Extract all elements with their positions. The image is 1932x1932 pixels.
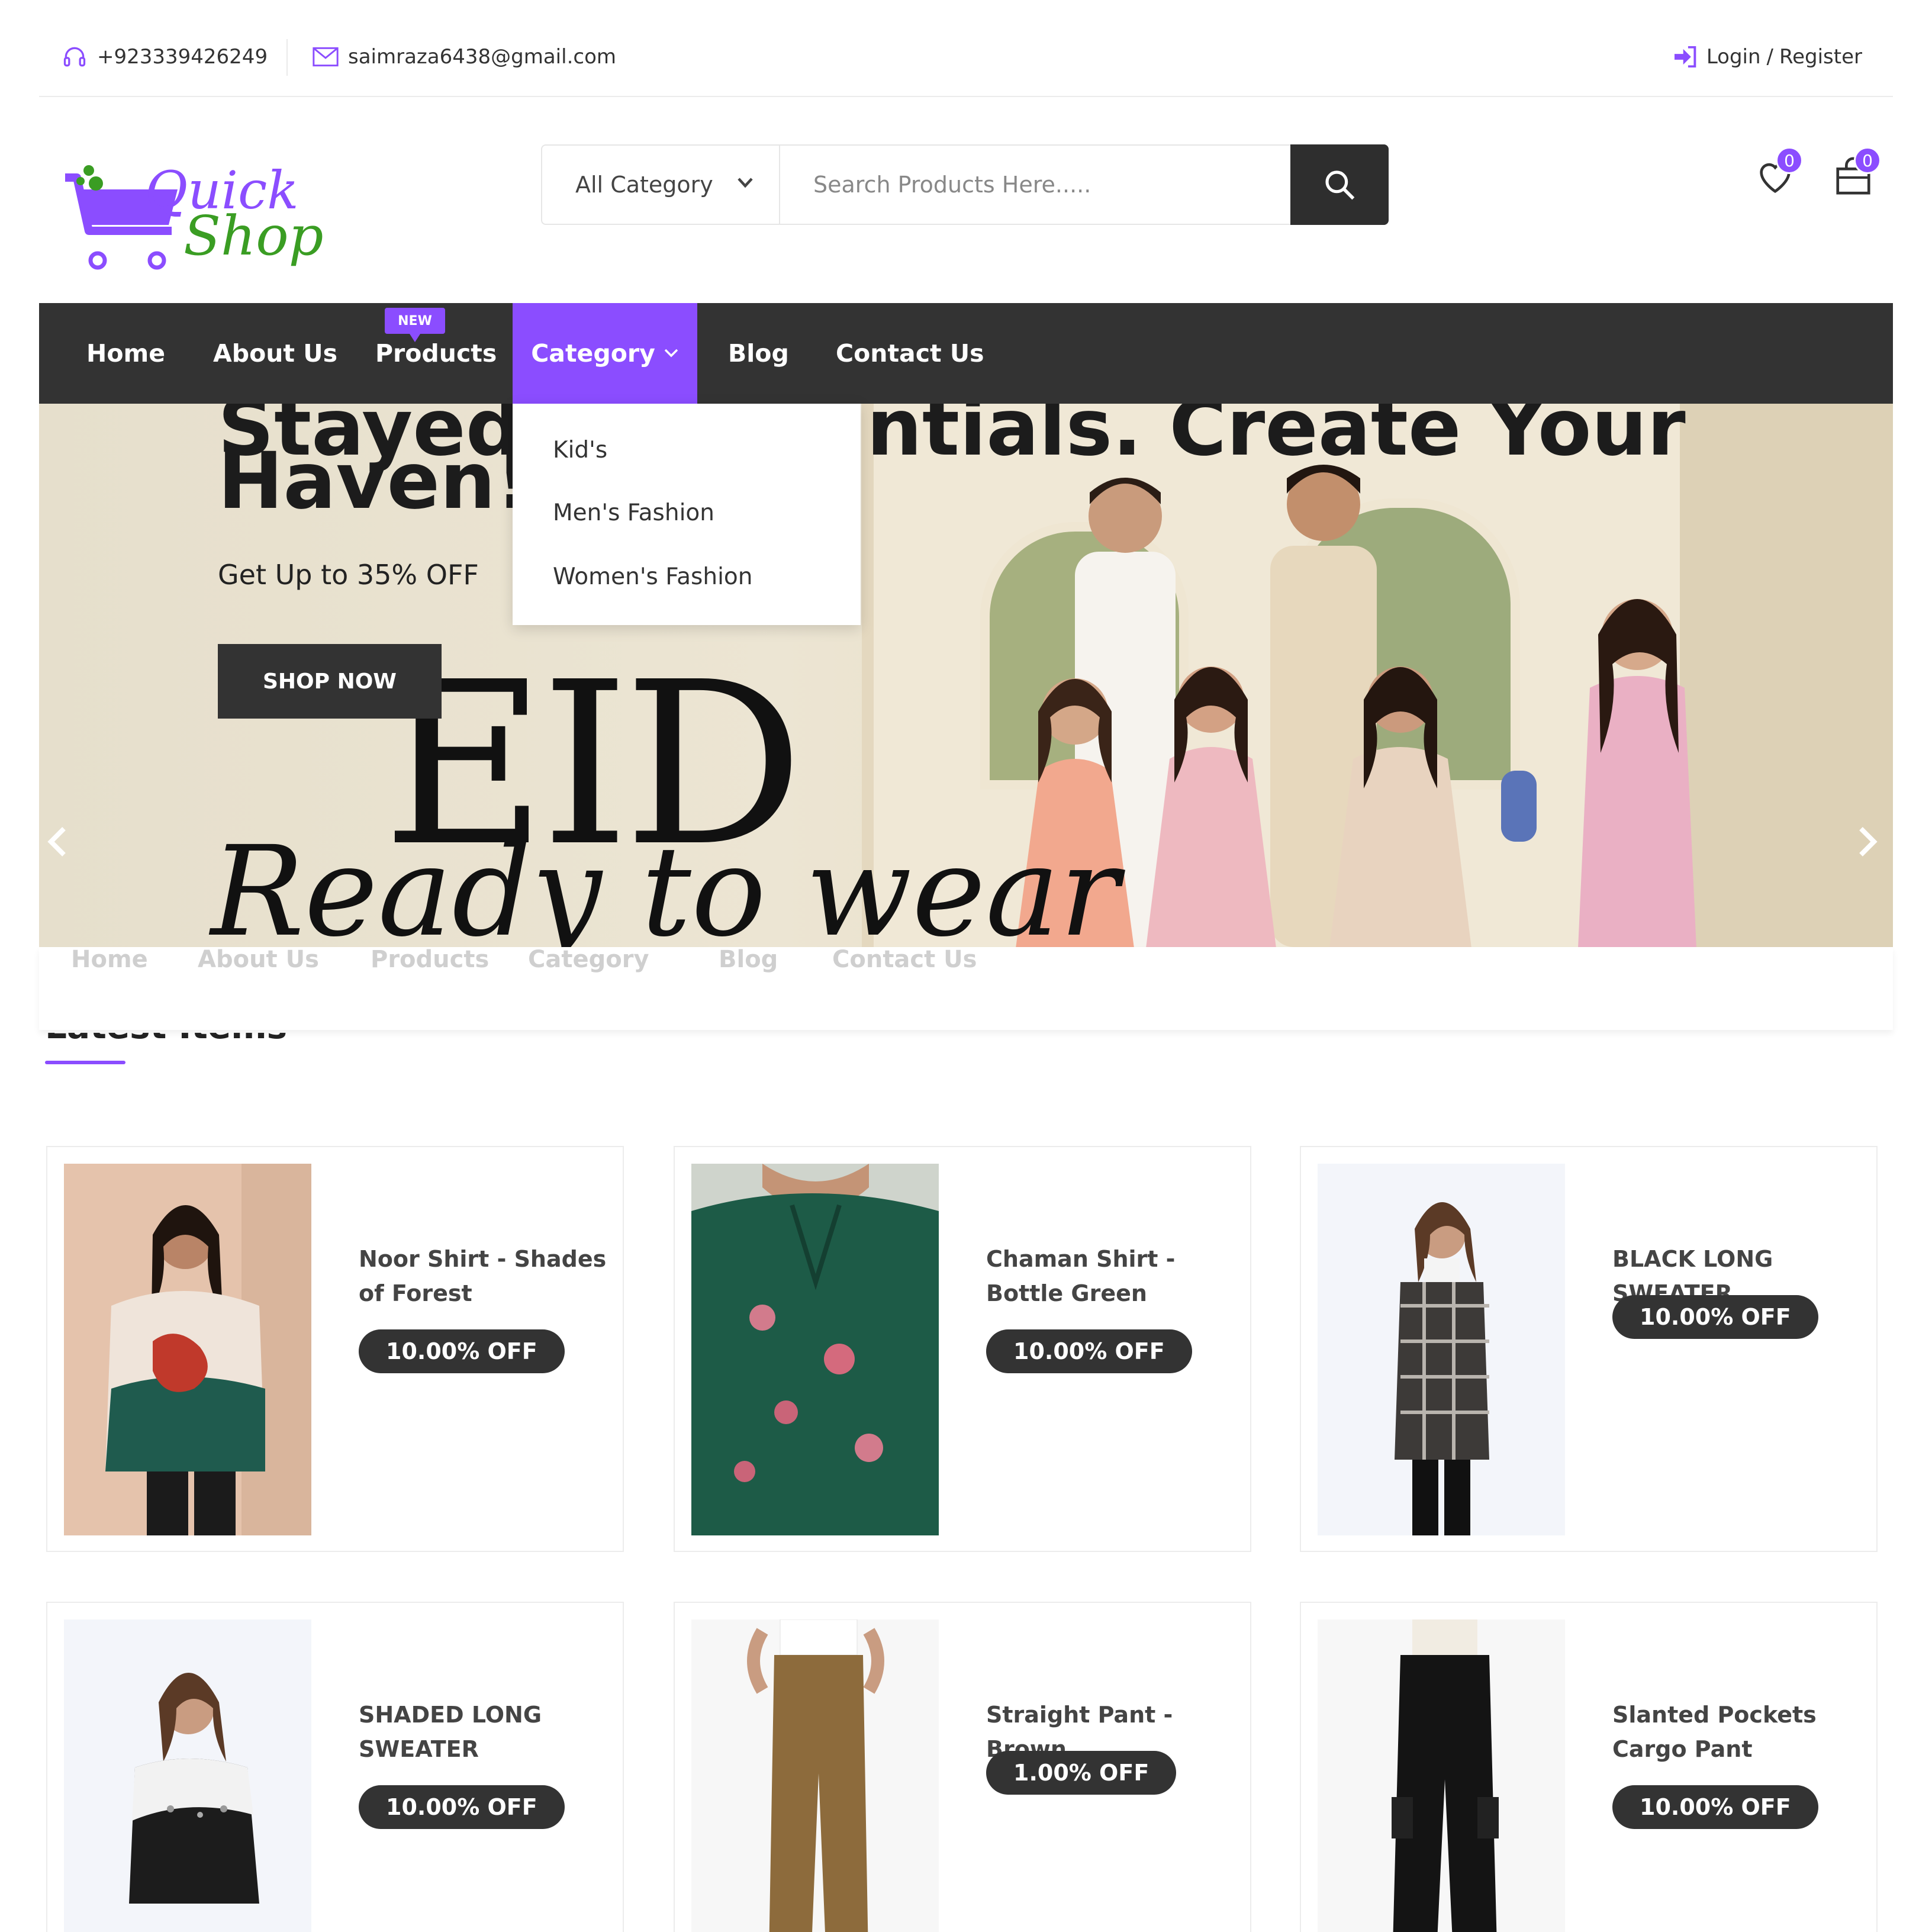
nav-item-about[interactable]: About Us bbox=[213, 303, 337, 404]
hero-subtitle: Get Up to 35% OFF bbox=[218, 559, 479, 591]
nav-item-blog[interactable]: Blog bbox=[728, 303, 789, 404]
ghost-nav-about: About Us bbox=[198, 947, 319, 973]
hero-title-top-right: ntials. Create Your bbox=[867, 404, 1686, 474]
headset-icon bbox=[63, 47, 86, 67]
nav-item-category[interactable]: Category bbox=[513, 303, 697, 404]
login-register[interactable]: Login / Register bbox=[1673, 43, 1862, 71]
product-name[interactable]: Chaman Shirt - Bottle Green bbox=[986, 1242, 1241, 1310]
discount-badge: 10.00% OFF bbox=[1612, 1295, 1818, 1339]
discount-badge: 1.00% OFF bbox=[986, 1751, 1177, 1795]
nav-item-category-label: Category bbox=[531, 339, 655, 368]
carousel-prev-icon[interactable] bbox=[45, 825, 69, 858]
hero-banner: Stayed ntials. Create Your Haven! Get Up… bbox=[39, 404, 1893, 947]
chevron-down-icon bbox=[738, 178, 753, 188]
product-search: All Category bbox=[541, 144, 1389, 225]
product-card[interactable]: BLACK LONG SWEATER 10.00% OFF bbox=[1300, 1146, 1878, 1552]
search-button[interactable] bbox=[1290, 144, 1389, 225]
product-name[interactable]: Noor Shirt - Shades of Forest bbox=[359, 1242, 613, 1310]
logo-word-shop: Shop bbox=[183, 204, 324, 268]
sign-in-icon bbox=[1674, 46, 1696, 67]
search-input[interactable] bbox=[781, 146, 1292, 224]
product-image[interactable] bbox=[1318, 1619, 1565, 1932]
cart-button[interactable]: 0 bbox=[1833, 147, 1881, 197]
product-card[interactable]: SHADED LONG SWEATER 10.00% OFF bbox=[46, 1602, 624, 1932]
new-badge: NEW bbox=[385, 308, 445, 342]
wishlist-count-badge: 0 bbox=[1776, 147, 1803, 174]
top-bar: +923339426249 saimraza6438@gmail.com Log… bbox=[39, 0, 1893, 97]
cart-count-badge: 0 bbox=[1854, 147, 1881, 174]
nav-item-home[interactable]: Home bbox=[86, 303, 165, 404]
ghost-nav-products: Products bbox=[371, 947, 490, 973]
hero-title: Haven! bbox=[218, 436, 532, 527]
section-title-underline bbox=[45, 1061, 125, 1064]
discount-badge: 10.00% OFF bbox=[1612, 1785, 1818, 1829]
login-separator: / bbox=[1766, 45, 1774, 69]
wishlist-button[interactable]: 0 bbox=[1754, 147, 1803, 197]
register-link[interactable]: Register bbox=[1779, 45, 1862, 69]
sticky-nav-ghost: Home About Us Products Category Blog Con… bbox=[39, 947, 1893, 1030]
ghost-nav-home: Home bbox=[71, 947, 148, 973]
discount-badge: 10.00% OFF bbox=[986, 1329, 1192, 1373]
product-image[interactable] bbox=[64, 1164, 311, 1535]
hero-script-text: Ready to wear bbox=[211, 819, 1119, 948]
login-link[interactable]: Login bbox=[1706, 45, 1761, 69]
product-card[interactable]: Noor Shirt - Shades of Forest 10.00% OFF bbox=[46, 1146, 624, 1552]
dropdown-item-kids[interactable]: Kid's bbox=[553, 437, 607, 463]
email-contact[interactable]: saimraza6438@gmail.com bbox=[313, 43, 616, 71]
ghost-nav-blog: Blog bbox=[719, 947, 778, 973]
product-card[interactable]: Straight Pant - Brown 1.00% OFF bbox=[674, 1602, 1251, 1932]
quickshop-logo[interactable]: Quick Shop bbox=[59, 154, 331, 272]
dropdown-item-mens-fashion[interactable]: Men's Fashion bbox=[553, 500, 714, 526]
discount-badge: 10.00% OFF bbox=[359, 1785, 565, 1829]
search-icon bbox=[1325, 170, 1355, 200]
nav-item-contact[interactable]: Contact Us bbox=[836, 303, 984, 404]
category-select-value: All Category bbox=[575, 172, 713, 198]
email-address: saimraza6438@gmail.com bbox=[348, 45, 616, 69]
discount-badge: 10.00% OFF bbox=[359, 1329, 565, 1373]
dropdown-item-womens-fashion[interactable]: Women's Fashion bbox=[553, 564, 752, 590]
product-image[interactable] bbox=[691, 1619, 939, 1932]
envelope-icon bbox=[313, 47, 339, 67]
chevron-down-icon bbox=[664, 349, 678, 358]
product-image[interactable] bbox=[691, 1164, 939, 1535]
category-select[interactable]: All Category bbox=[542, 146, 780, 224]
product-image[interactable] bbox=[64, 1619, 311, 1932]
main-nav: Home About Us Products Category Blog Con… bbox=[39, 303, 1893, 404]
product-name[interactable]: SHADED LONG SWEATER bbox=[359, 1698, 613, 1766]
ghost-nav-category: Category bbox=[528, 947, 649, 973]
category-dropdown: Kid's Men's Fashion Women's Fashion bbox=[513, 404, 861, 625]
product-image[interactable] bbox=[1318, 1164, 1565, 1535]
phone-contact[interactable]: +923339426249 bbox=[62, 43, 268, 71]
product-card[interactable]: Slanted Pockets Cargo Pant 10.00% OFF bbox=[1300, 1602, 1878, 1932]
carousel-next-icon[interactable] bbox=[1856, 825, 1880, 858]
product-name[interactable]: Slanted Pockets Cargo Pant bbox=[1612, 1698, 1867, 1766]
product-card[interactable]: Chaman Shirt - Bottle Green 10.00% OFF bbox=[674, 1146, 1251, 1552]
ghost-nav-contact: Contact Us bbox=[832, 947, 977, 973]
shop-now-button[interactable]: SHOP NOW bbox=[218, 644, 442, 719]
phone-number: +923339426249 bbox=[97, 45, 268, 69]
topbar-divider bbox=[286, 39, 288, 76]
